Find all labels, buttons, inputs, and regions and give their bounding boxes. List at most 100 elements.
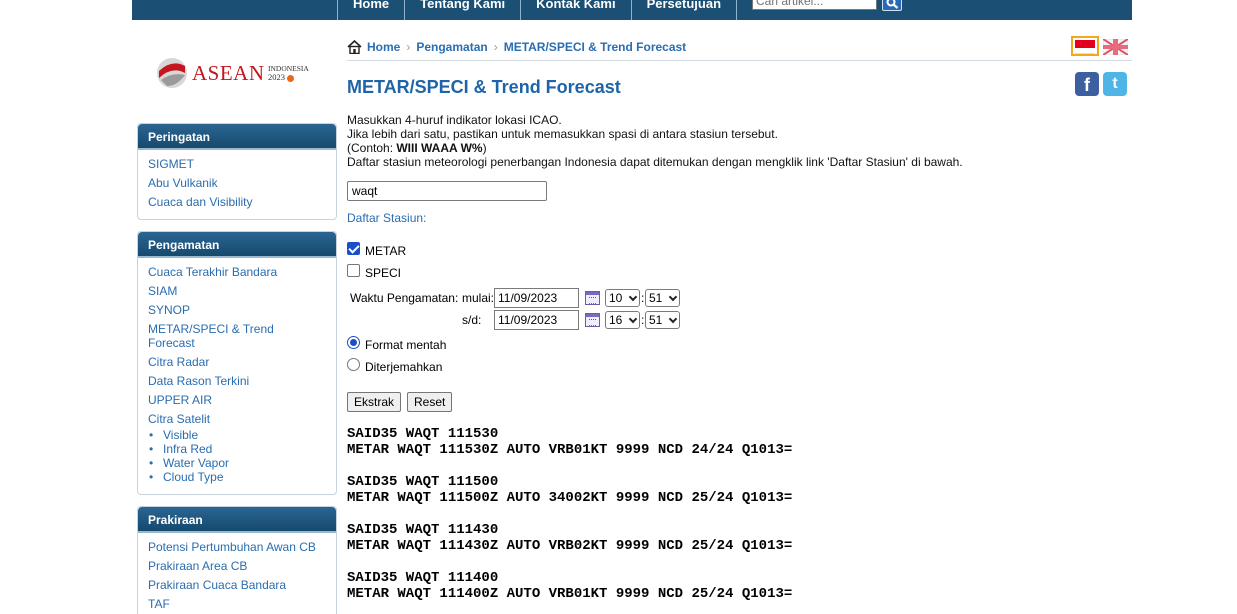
- search-icon: [886, 0, 899, 9]
- search-input[interactable]: [752, 0, 877, 10]
- top-nav-bar: Home Tentang Kami Kontak Kami Persetujua…: [132, 0, 1132, 20]
- chevron-down-icon: [628, 314, 638, 324]
- start-minute-value: 51: [649, 291, 663, 305]
- start-date-input[interactable]: [494, 288, 579, 308]
- logo-sub: INDONESIA 2023: [268, 64, 309, 82]
- sidebar-item-taf[interactable]: TAF: [148, 597, 326, 611]
- sidebar-item-siam[interactable]: SIAM: [148, 284, 326, 298]
- instruction-line-2: Jika lebih dari satu, pastikan untuk mem…: [347, 127, 778, 141]
- sidebar-item-upper-air[interactable]: UPPER AIR: [148, 393, 326, 407]
- calendar-icon[interactable]: [585, 313, 600, 327]
- end-minute-value: 51: [649, 313, 663, 327]
- page-title: METAR/SPECI & Trend Forecast: [347, 77, 621, 97]
- nav-persetujuan[interactable]: Persetujuan: [630, 0, 738, 20]
- sidebar-item-potensi-cb[interactable]: Potensi Pertumbuhan Awan CB: [148, 540, 326, 554]
- example-suffix: ): [482, 141, 487, 155]
- end-hour-value: 16: [609, 313, 623, 327]
- sidebar-item-citra-radar[interactable]: Citra Radar: [148, 355, 326, 369]
- instruction-line-4: Daftar stasiun meteorologi penerbangan I…: [347, 155, 963, 169]
- sidebar-item-cuaca-terakhir[interactable]: Cuaca Terakhir Bandara: [148, 265, 326, 279]
- chevron-right-icon: ›: [406, 40, 411, 54]
- time-separator: :: [641, 291, 645, 305]
- chevron-down-icon: [668, 314, 678, 324]
- sidebar-item-citra-satelit[interactable]: Citra Satelit: [148, 412, 326, 426]
- sidebar-heading-peringatan: Peringatan: [138, 124, 336, 150]
- daftar-stasiun-link[interactable]: Daftar Stasiun:: [347, 211, 426, 225]
- asean-indonesia-logo[interactable]: ASEAN INDONESIA 2023: [155, 54, 320, 92]
- result-header: SAID35 WAQT 111400: [347, 570, 499, 586]
- asean-emblem-icon: [157, 58, 187, 88]
- instruction-example: (Contoh: WIII WAAA W%): [347, 141, 963, 155]
- sidebar-heading-pengamatan: Pengamatan: [138, 232, 336, 258]
- logo-year: 2023: [268, 72, 285, 82]
- sidebar-subitem-visible[interactable]: Visible: [148, 428, 326, 442]
- metar-checkbox[interactable]: [347, 242, 360, 255]
- format-raw-label: Format mentah: [365, 338, 447, 352]
- calendar-icon[interactable]: [585, 291, 600, 305]
- extract-button[interactable]: Ekstrak: [347, 392, 402, 412]
- format-translated-radio[interactable]: [347, 358, 360, 371]
- result-report: METAR WAQT 111400Z AUTO VRB01KT 9999 NCD…: [347, 586, 793, 602]
- result-report: METAR WAQT 111430Z AUTO VRB02KT 9999 NCD…: [347, 538, 793, 554]
- breadcrumb: Home › Pengamatan › METAR/SPECI & Trend …: [347, 39, 686, 55]
- logo-word: ASEAN: [192, 61, 265, 85]
- nav-tentang-kami[interactable]: Tentang Kami: [404, 0, 520, 20]
- end-minute-select[interactable]: 51: [645, 311, 680, 329]
- result-header: SAID35 WAQT 111500: [347, 474, 499, 490]
- sidebar-item-cuaca-visibility[interactable]: Cuaca dan Visibility: [148, 195, 326, 209]
- speci-label: SPECI: [365, 266, 402, 280]
- nav-kontak-kami[interactable]: Kontak Kami: [520, 0, 630, 20]
- sidebar-subitem-cloud-type[interactable]: Cloud Type: [148, 470, 326, 484]
- format-translated-label: Diterjemahkan: [365, 360, 443, 374]
- result-report: METAR WAQT 111500Z AUTO 34002KT 9999 NCD…: [347, 490, 793, 506]
- sidebar-subitem-infra-red[interactable]: Infra Red: [148, 442, 326, 456]
- chevron-right-icon: ›: [493, 40, 498, 54]
- home-icon: [347, 40, 362, 54]
- end-date-input[interactable]: [494, 310, 579, 330]
- time-separator: :: [641, 313, 645, 327]
- metar-label: METAR: [365, 244, 407, 258]
- sidebar-item-abu-vulkanik[interactable]: Abu Vulkanik: [148, 176, 326, 190]
- sidebar-subitem-water-vapor[interactable]: Water Vapor: [148, 456, 326, 470]
- result-header: SAID35 WAQT 111430: [347, 522, 499, 538]
- breadcrumb-current[interactable]: METAR/SPECI & Trend Forecast: [504, 40, 686, 54]
- result-report: METAR WAQT 111530Z AUTO VRB01KT 9999 NCD…: [347, 442, 793, 458]
- end-hour-select[interactable]: 16: [605, 311, 640, 329]
- example-prefix: (Contoh:: [347, 141, 397, 155]
- speci-checkbox[interactable]: [347, 264, 360, 277]
- example-value: WIII WAAA W%: [396, 141, 483, 155]
- sidebar-panel-prakiraan: Prakiraan Potensi Pertumbuhan Awan CB Pr…: [137, 506, 337, 614]
- sidebar-item-sigmet[interactable]: SIGMET: [148, 157, 326, 171]
- start-minute-select[interactable]: 51: [645, 289, 680, 307]
- sidebar-item-area-cb[interactable]: Prakiraan Area CB: [148, 559, 326, 573]
- nav-home[interactable]: Home: [337, 0, 404, 20]
- start-hour-value: 10: [609, 291, 623, 305]
- sidebar-panel-pengamatan: Pengamatan Cuaca Terakhir Bandara SIAM S…: [137, 231, 337, 495]
- format-raw-radio[interactable]: [347, 336, 360, 349]
- sidebar-panel-peringatan: Peringatan SIGMET Abu Vulkanik Cuaca dan…: [137, 123, 337, 220]
- sidebar-item-metar-speci[interactable]: METAR/SPECI & Trend Forecast: [148, 322, 298, 350]
- sidebar-item-synop[interactable]: SYNOP: [148, 303, 326, 317]
- mulai-label: mulai:: [462, 291, 495, 305]
- reset-button[interactable]: Reset: [407, 392, 453, 412]
- logo-sun-icon: [286, 74, 294, 82]
- twitter-icon[interactable]: t: [1103, 72, 1127, 96]
- instruction-line-1: Masukkan 4-huruf indikator lokasi ICAO.: [347, 113, 562, 127]
- indonesia-flag-icon[interactable]: [1071, 36, 1099, 56]
- uk-flag-icon[interactable]: [1103, 39, 1128, 55]
- sidebar-item-cuaca-bandara[interactable]: Prakiraan Cuaca Bandara: [148, 578, 326, 592]
- chevron-down-icon: [628, 292, 638, 302]
- sidebar-item-data-rason[interactable]: Data Rason Terkini: [148, 374, 326, 388]
- start-hour-select[interactable]: 10: [605, 289, 640, 307]
- station-input[interactable]: [347, 181, 547, 201]
- instructions: Masukkan 4-huruf indikator lokasi ICAO. …: [347, 113, 963, 169]
- result-header: SAID35 WAQT 111530: [347, 426, 499, 442]
- facebook-icon[interactable]: f: [1075, 72, 1099, 96]
- header-divider: [347, 60, 1132, 61]
- chevron-down-icon: [668, 292, 678, 302]
- breadcrumb-home[interactable]: Home: [367, 40, 400, 54]
- breadcrumb-pengamatan[interactable]: Pengamatan: [416, 40, 487, 54]
- sd-label: s/d:: [462, 313, 482, 327]
- search-button[interactable]: [882, 0, 902, 11]
- sidebar-heading-prakiraan: Prakiraan: [138, 507, 336, 533]
